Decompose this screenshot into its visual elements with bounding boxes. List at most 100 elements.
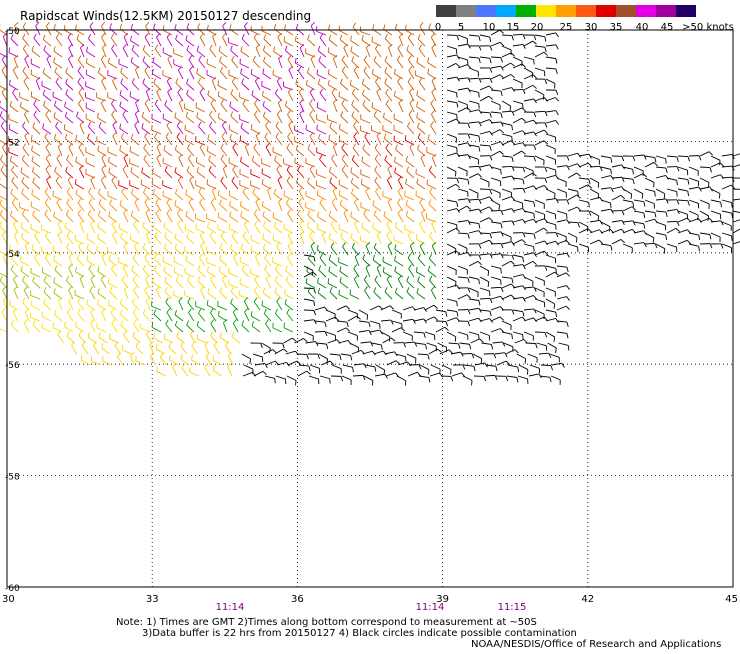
wind-barb-feather xyxy=(589,202,590,207)
wind-barb-feather xyxy=(12,177,14,181)
wind-barb xyxy=(442,365,451,369)
wind-barb-feather xyxy=(299,187,302,191)
wind-barb xyxy=(133,258,139,266)
wind-barb-feather xyxy=(429,254,431,258)
wind-barb xyxy=(363,105,370,112)
wind-barb-feather xyxy=(416,234,417,239)
wind-barb xyxy=(480,266,489,271)
wind-barb xyxy=(175,117,183,123)
wind-barb xyxy=(276,126,282,134)
wind-barb-feather xyxy=(242,78,244,83)
wind-barb-feather xyxy=(242,320,244,325)
wind-barb xyxy=(46,147,51,156)
wind-barb-feather xyxy=(375,45,378,49)
wind-barb xyxy=(35,236,40,244)
wind-barb xyxy=(112,323,117,332)
wind-barb xyxy=(22,280,29,288)
wind-barb-feather xyxy=(2,55,5,59)
wind-barb xyxy=(452,373,461,376)
wind-barb-feather xyxy=(350,80,351,85)
wind-barb xyxy=(524,200,534,202)
wind-barb-feather xyxy=(274,222,275,227)
wind-barb xyxy=(229,228,238,233)
wind-barb-feather xyxy=(375,367,376,372)
wind-barb-feather xyxy=(417,102,418,107)
wind-barb-feather xyxy=(298,166,300,170)
wind-barb xyxy=(136,347,143,354)
wind-barb-feather xyxy=(0,199,2,204)
wind-barb-feather xyxy=(479,318,482,322)
wind-barb xyxy=(241,249,249,255)
wind-barb-feather xyxy=(340,200,341,205)
wind-barb-feather xyxy=(102,77,105,81)
wind-barb xyxy=(78,302,84,310)
wind-barb-feather xyxy=(253,188,255,193)
wind-barb-feather xyxy=(166,320,168,324)
wind-barb-feather xyxy=(445,327,449,330)
wind-barb xyxy=(590,178,599,183)
wind-barb-feather xyxy=(551,365,553,370)
wind-barb-feather xyxy=(256,44,260,48)
wind-barb xyxy=(350,295,359,299)
wind-barb xyxy=(331,225,337,233)
wind-barb xyxy=(97,141,106,145)
wind-barb xyxy=(47,59,51,68)
wind-barb xyxy=(447,222,457,225)
wind-barb xyxy=(278,180,282,189)
wind-barb-feather xyxy=(288,242,291,246)
colorbar-swatch xyxy=(436,5,456,17)
wind-barb-feather xyxy=(200,199,203,203)
wind-barb-feather xyxy=(155,100,158,104)
wind-barb xyxy=(101,26,106,35)
wind-barb xyxy=(513,131,522,134)
wind-barb xyxy=(398,279,403,288)
wind-barb xyxy=(491,200,500,205)
wind-barb xyxy=(528,354,537,358)
wind-barb xyxy=(255,81,260,90)
wind-barb-feather xyxy=(409,265,412,269)
wind-barb-feather xyxy=(47,55,50,59)
wind-barb-feather xyxy=(229,190,230,195)
wind-barb xyxy=(409,70,414,79)
wind-barb xyxy=(192,346,198,354)
wind-barb-feather xyxy=(263,101,264,106)
wind-barb xyxy=(524,219,534,222)
wind-barb xyxy=(429,204,436,211)
wind-barb xyxy=(353,148,359,156)
wind-barb-feather xyxy=(187,320,189,325)
wind-barb xyxy=(689,178,698,181)
wind-barb-feather xyxy=(699,246,700,251)
wind-barb xyxy=(253,354,263,357)
wind-barb xyxy=(167,312,172,321)
wind-barb-feather xyxy=(254,210,257,214)
wind-barb xyxy=(205,345,209,354)
wind-barb xyxy=(733,228,740,233)
wind-barb-feather xyxy=(320,155,322,159)
wind-barb-feather xyxy=(112,220,115,224)
wind-barb-feather xyxy=(467,206,471,209)
wind-barb-feather xyxy=(98,211,100,216)
wind-barb xyxy=(78,71,84,79)
wind-barb-feather xyxy=(511,261,515,264)
wind-barb xyxy=(491,243,501,244)
wind-barb-feather xyxy=(318,288,320,293)
wind-barb xyxy=(420,225,425,233)
wind-barb-feather xyxy=(46,154,49,158)
wind-barb xyxy=(339,295,348,299)
wind-barb xyxy=(722,244,731,247)
wind-barb-feather xyxy=(131,189,133,194)
wind-barb-feather xyxy=(196,157,197,162)
wind-barb-feather xyxy=(241,157,242,162)
wind-barb xyxy=(97,97,106,101)
wind-barb xyxy=(178,225,183,233)
wind-barb-feather xyxy=(87,233,88,238)
wind-barb-feather xyxy=(65,322,66,327)
wind-barb-feather xyxy=(379,306,383,309)
wind-barb xyxy=(447,46,457,49)
wind-barb xyxy=(222,37,227,46)
wind-barb xyxy=(108,283,117,288)
wind-barb-feather xyxy=(406,179,407,184)
wind-barb xyxy=(480,319,490,321)
wind-barb xyxy=(350,343,359,347)
wind-barb-feather xyxy=(664,194,665,199)
